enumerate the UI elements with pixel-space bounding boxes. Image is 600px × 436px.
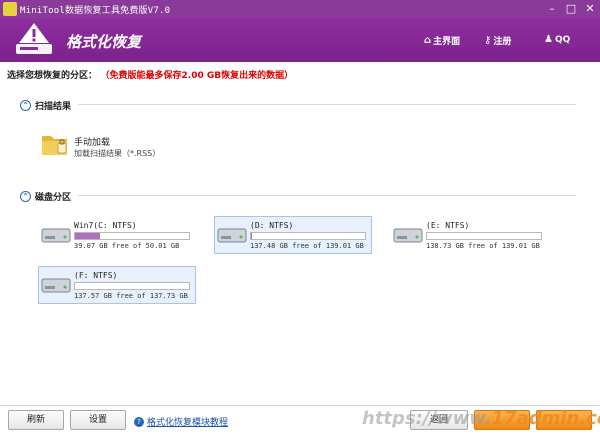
app-logo-icon: [3, 2, 17, 16]
partition-name: (E: NTFS): [426, 221, 470, 230]
nav-qq[interactable]: ♟ QQ: [544, 34, 570, 45]
usage-fill: [75, 233, 101, 239]
partition-prompt: 选择您想恢复的分区： （免费版能最多保存2.00 GB恢复出来的数据）: [7, 68, 293, 81]
tutorial-link-label: 格式化恢复模块教程: [147, 418, 229, 428]
hard-drive-icon: [41, 278, 71, 293]
prompt-label: 选择您想恢复的分区：: [7, 71, 98, 81]
close-window-button[interactable]: ✕: [582, 1, 598, 17]
tutorial-link[interactable]: ? 格式化恢复模块教程: [134, 415, 228, 428]
partition-free-space: 138.73 GB free of 139.01 GB: [426, 242, 540, 250]
key-icon: ⚷: [484, 35, 492, 46]
nav-home[interactable]: ⌂ 主界面: [424, 34, 460, 47]
partition-free-space: 137.48 GB free of 139.01 GB: [250, 242, 364, 250]
hard-drive-icon: [41, 228, 71, 243]
collapse-icon[interactable]: ⌃: [20, 100, 31, 111]
partition-c[interactable]: Win7(C: NTFS) 39.07 GB free of 50.01 GB: [38, 216, 196, 254]
partition-f[interactable]: (F: NTFS) 137.57 GB free of 137.73 GB: [38, 266, 196, 304]
app-header: 格式化恢复 ⌂ 主界面 ⚷ 注册 ♟ QQ: [0, 18, 600, 62]
manual-load-desc: 加载扫描结果（*.RSS）: [74, 149, 161, 158]
section-divider: [78, 195, 576, 196]
collapse-icon[interactable]: ⌃: [20, 191, 31, 202]
page-title: 格式化恢复: [66, 33, 142, 51]
footer-divider: [0, 405, 600, 406]
partition-free-space: 137.57 GB free of 137.73 GB: [74, 292, 188, 300]
watermark-domain: 17admin.cc: [491, 408, 600, 429]
maximize-button[interactable]: □: [563, 1, 579, 17]
partition-name: (F: NTFS): [74, 271, 118, 280]
hard-drive-icon: [217, 228, 247, 243]
disk-partitions-title: 磁盘分区: [35, 193, 72, 203]
usage-fill: [251, 233, 253, 239]
minimize-button[interactable]: –: [544, 1, 560, 17]
nav-register[interactable]: ⚷ 注册: [484, 34, 511, 47]
partition-e[interactable]: (E: NTFS) 138.73 GB free of 139.01 GB: [390, 216, 548, 254]
disk-partitions-header[interactable]: ⌃ 磁盘分区: [20, 190, 71, 203]
partition-name: (D: NTFS): [250, 221, 294, 230]
home-icon: ⌂: [424, 35, 432, 46]
usage-bar: [74, 232, 190, 240]
nav-register-label: 注册: [493, 37, 512, 47]
usage-bar: [74, 282, 190, 290]
window-title: MiniTool数据恢复工具免费版V7.0: [20, 6, 171, 16]
watermark: https://www.17admin.cc: [362, 408, 600, 429]
watermark-prefix: https://www.: [362, 408, 492, 429]
section-divider: [78, 104, 576, 105]
manual-load-label: 手动加载: [74, 138, 111, 148]
nav-qq-label: QQ: [554, 34, 571, 45]
folder-icon: [42, 136, 67, 155]
usage-bar: [426, 232, 542, 240]
scan-results-header[interactable]: ⌃ 扫描结果: [20, 99, 71, 112]
manual-load-item[interactable]: 手动加载 加载扫描结果（*.RSS）: [40, 130, 240, 160]
qq-icon: ♟: [544, 34, 553, 45]
free-limit-hint: （免费版能最多保存2.00 GB恢复出来的数据）: [105, 71, 294, 81]
title-bar: MiniTool数据恢复工具免费版V7.0 – □ ✕: [0, 0, 600, 18]
help-icon: ?: [134, 416, 144, 427]
partition-free-space: 39.07 GB free of 50.01 GB: [74, 242, 180, 250]
usage-bar: [250, 232, 366, 240]
scan-results-title: 扫描结果: [35, 102, 72, 112]
hard-drive-icon: [393, 228, 423, 243]
partition-name: Win7(C: NTFS): [74, 221, 137, 230]
settings-button[interactable]: 设置: [70, 410, 126, 430]
refresh-button[interactable]: 刷新: [8, 410, 64, 430]
partition-d[interactable]: (D: NTFS) 137.48 GB free of 139.01 GB: [214, 216, 372, 254]
nav-home-label: 主界面: [433, 37, 461, 47]
format-recovery-icon: [16, 23, 52, 54]
